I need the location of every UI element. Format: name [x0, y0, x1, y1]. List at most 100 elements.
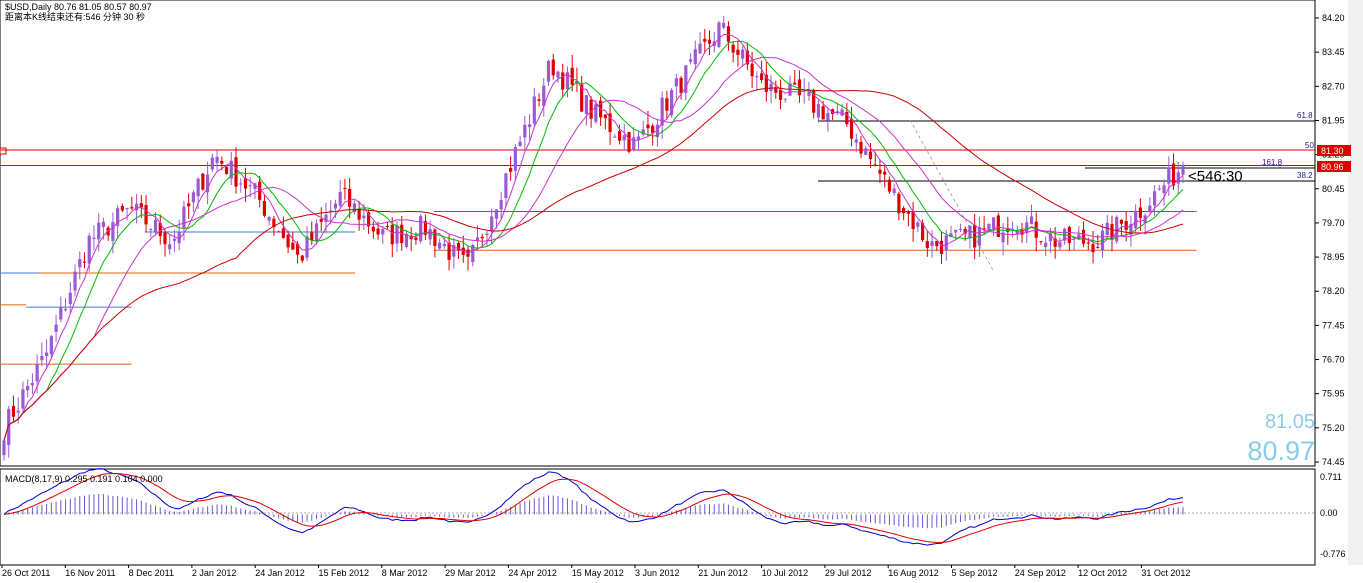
candle-body	[395, 225, 399, 244]
line-handle-left[interactable]	[0, 147, 7, 155]
candle-body	[518, 141, 522, 147]
candle-body	[807, 92, 811, 96]
candle-body	[11, 405, 16, 417]
moving-average-line	[3, 56, 1184, 441]
date-axis: 26 Oct 2011 16 Nov 2011 8 Dec 2011 2 Jan 20…	[1, 565, 1190, 578]
countdown-header: 距离本K线结束还有:546 分钟 30 秒	[5, 11, 145, 22]
moving-average-line	[3, 40, 1184, 441]
right-scrollbar[interactable]	[1348, 0, 1363, 565]
candle-body	[769, 83, 773, 92]
date-tick-label: 8 Mar 2012	[382, 568, 428, 578]
candle-body	[286, 234, 290, 248]
candle-body	[887, 179, 892, 192]
candle-body	[741, 49, 745, 59]
moving-average-line	[3, 87, 1184, 441]
candle-body	[617, 131, 622, 141]
fibonacci-tool	[818, 119, 1315, 271]
price-tag-81-30: 81.30	[1321, 146, 1344, 156]
macd-axis-top: 0.711	[1320, 472, 1342, 482]
candle-body	[73, 271, 77, 291]
candle-body	[97, 222, 101, 240]
price-tick-label: 76.70	[1322, 355, 1345, 365]
candle-body	[414, 237, 418, 241]
candle-body	[343, 187, 347, 189]
candle-body	[1148, 205, 1152, 212]
candle-body	[172, 238, 177, 241]
candle-body	[371, 226, 375, 232]
candle-body	[149, 228, 153, 230]
candle-body	[570, 67, 574, 85]
moving-average-line	[3, 33, 1184, 441]
moving-averages	[3, 33, 1184, 441]
date-tick-label: 29 Jul 2012	[825, 568, 872, 578]
date-tick-label: 15 Feb 2012	[319, 568, 370, 578]
date-tick-label: 21 Jun 2012	[698, 568, 748, 578]
candle-body	[1086, 242, 1090, 244]
macd-label: MACD(8,17,9) 0.295 0.191 0.104 0.000	[5, 474, 163, 484]
candle-body	[750, 63, 754, 77]
candle-body	[698, 43, 702, 54]
candle-body	[130, 207, 134, 209]
candle-body	[63, 308, 68, 311]
candle-body	[717, 22, 721, 47]
candle-body	[523, 124, 527, 138]
candle-body	[1176, 172, 1180, 184]
candle-body	[589, 99, 593, 119]
candle-body	[390, 224, 394, 245]
candle-body	[646, 124, 650, 129]
candle-body	[1124, 221, 1128, 230]
chart-canvas[interactable]: $USD,Daily 80.76 81.05 80.57 80.97 距离本K线…	[0, 0, 1363, 583]
candle-body	[665, 98, 669, 111]
candle-body	[168, 244, 172, 250]
candle-body	[215, 156, 219, 163]
candle-body	[281, 228, 285, 238]
candle-body	[442, 243, 446, 247]
candle-body	[793, 82, 797, 85]
candle-body	[1181, 165, 1185, 175]
candle-body	[674, 78, 678, 87]
candle-body	[679, 77, 683, 94]
candle-body	[494, 209, 499, 219]
candle-body	[499, 200, 503, 210]
candle-body	[134, 203, 139, 211]
candle-body	[958, 228, 963, 230]
candle-body	[305, 236, 309, 258]
big-high-price: 81.05	[1265, 411, 1315, 433]
candle-body	[338, 191, 342, 206]
date-tick-label: 16 Aug 2012	[888, 568, 939, 578]
candle-body	[348, 188, 352, 207]
date-tick-label: 15 May 2012	[572, 568, 624, 578]
date-tick-label: 16 Nov 2011	[65, 568, 115, 578]
candle-body	[125, 208, 129, 210]
date-tick-label: 10 Jul 2012	[762, 568, 809, 578]
candle-body	[1119, 219, 1124, 224]
candle-body	[333, 203, 338, 209]
macd-axis-zero: 0.00	[1320, 508, 1338, 518]
candle-body	[1091, 244, 1095, 253]
date-tick-label: 31 Oct 2012	[1141, 568, 1190, 578]
candle-body	[196, 178, 200, 197]
price-tick-label: 81.95	[1322, 115, 1345, 125]
candle-body	[783, 98, 787, 100]
candle-body	[930, 241, 934, 247]
candle-body	[864, 148, 868, 155]
candle-body	[688, 59, 693, 62]
candle-body	[1058, 242, 1062, 248]
candle-body	[892, 188, 896, 194]
candle-body	[821, 106, 825, 120]
candle-body	[622, 135, 626, 141]
candle-body	[68, 292, 72, 305]
candle-body	[504, 173, 508, 199]
fib-trend-line	[909, 119, 994, 271]
candle-body	[1096, 246, 1100, 248]
candle-body	[2, 440, 6, 456]
candle-body	[736, 49, 740, 55]
date-tick-label: 29 Mar 2012	[445, 568, 496, 578]
fib-label-38-2: 38.2	[1297, 171, 1313, 180]
candle-body	[1157, 188, 1161, 190]
candle-body	[551, 59, 555, 76]
candle-body	[1167, 167, 1171, 184]
candle-body	[362, 215, 366, 219]
candle-body	[546, 60, 551, 82]
candle-body	[561, 72, 565, 90]
